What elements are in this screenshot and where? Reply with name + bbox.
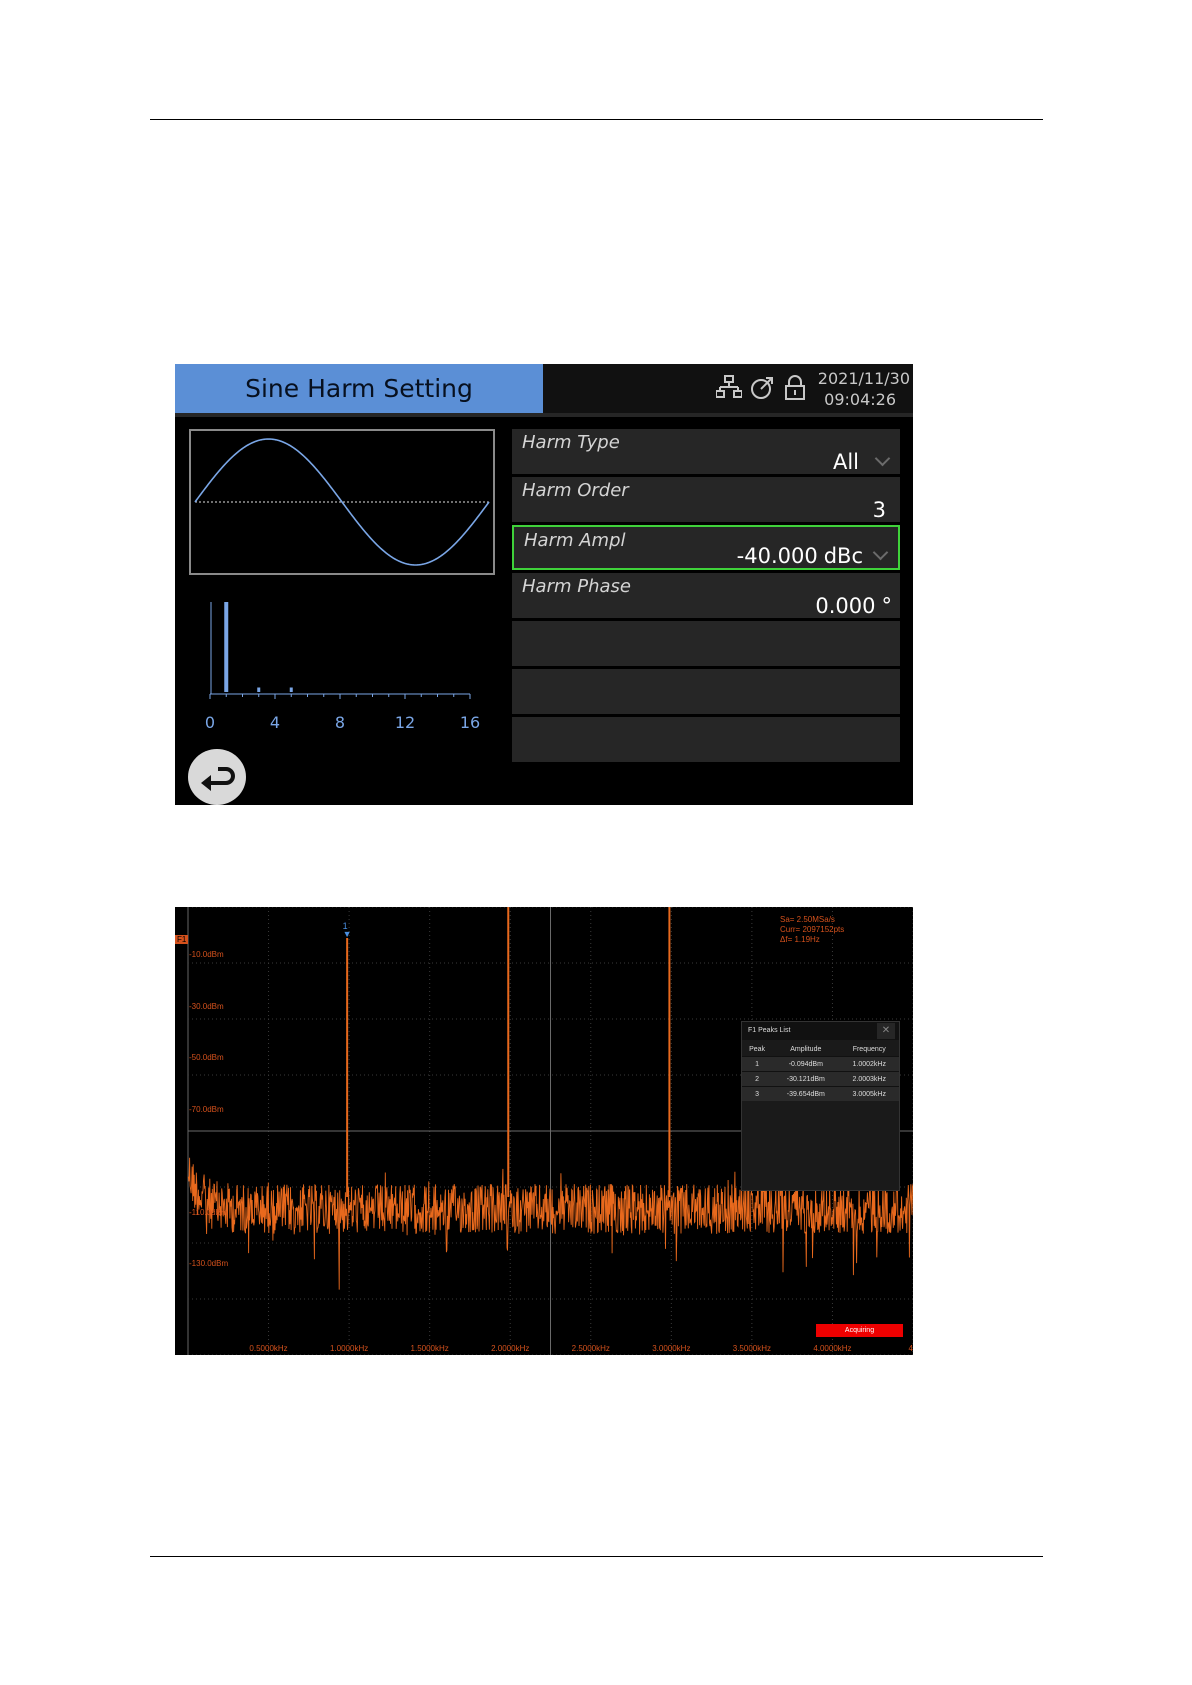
harm-setting-screen: Sine Harm Setting 2021/11/30 09:04:26 0 4… <box>175 364 913 805</box>
setting-label: Harm Phase <box>522 576 631 597</box>
header-rule <box>150 119 1043 120</box>
usb-icon <box>751 377 773 399</box>
x-axis-label: 1.0000kHz <box>329 1344 369 1353</box>
setting-row-harm-ampl[interactable]: Harm Ampl -40.000 dBc <box>512 525 900 570</box>
peak-amplitude: -30.121dBm <box>772 1071 840 1087</box>
x-axis-label: 1.5000kHz <box>410 1344 449 1353</box>
back-arrow-icon <box>201 767 235 791</box>
time-text: 09:04:26 <box>824 390 896 409</box>
lock-icon <box>785 375 805 400</box>
y-axis-label: -110.0dBm <box>189 1208 228 1217</box>
datetime: 2021/11/30 09:04:26 <box>818 368 910 410</box>
peaks-list-header: F1 Peaks List ✕ <box>742 1022 899 1040</box>
peak-index: 1 <box>742 1056 773 1072</box>
info-points: Curr= 2097152pts <box>780 925 845 934</box>
peak-frequency: 1.0002kHz <box>839 1056 899 1072</box>
setting-row-empty[interactable] <box>512 621 900 666</box>
peak-index: 2 <box>742 1071 773 1087</box>
setting-value-group: -40.000 dBc <box>737 544 890 568</box>
x-axis-label: 3.0000kHz <box>652 1344 691 1353</box>
y-axis-label: -130.0dBm <box>189 1259 229 1268</box>
y-axis-label: -30.0dBm <box>189 1002 224 1011</box>
screen-title: Sine Harm Setting <box>175 364 543 413</box>
setting-unit: dBc <box>823 544 863 568</box>
spectrum-tick-label: 4 <box>269 713 281 732</box>
peak-amplitude: -0.094dBm <box>772 1056 840 1072</box>
waveform-preview <box>189 429 495 575</box>
setting-unit: ° <box>881 594 893 618</box>
setting-row-harm-order[interactable]: Harm Order 3 <box>512 477 900 522</box>
footer-rule <box>150 1556 1043 1557</box>
peak-frequency: 2.0003kHz <box>839 1071 899 1087</box>
setting-label: Harm Ampl <box>524 530 626 551</box>
table-row: 2 -30.121dBm 2.0003kHz <box>742 1071 899 1087</box>
col-frequency: Frequency <box>852 1045 886 1053</box>
harmonic-spectrum-svg <box>209 602 471 699</box>
setting-label: Harm Order <box>522 480 629 501</box>
setting-value-group: 3 <box>873 498 892 522</box>
setting-value: All <box>832 450 859 474</box>
info-resolution: Δf= 1.19Hz <box>780 935 820 944</box>
peaks-list-title: F1 Peaks List <box>748 1027 791 1034</box>
harmonic-spectrum <box>189 589 489 699</box>
setting-value: 0.000 <box>815 594 876 618</box>
setting-row-harm-phase[interactable]: Harm Phase 0.000 ° <box>512 573 900 618</box>
y-axis-label: -70.0dBm <box>189 1105 224 1114</box>
spectrum-tick-label: 16 <box>459 713 481 732</box>
spectrum-tick-label: 0 <box>204 713 216 732</box>
y-axis-label: -50.0dBm <box>189 1053 224 1062</box>
setting-value: -40.000 <box>736 544 818 568</box>
harmonic-bar <box>224 602 229 692</box>
peak-index: 3 <box>742 1086 773 1101</box>
harmonic-bar <box>289 687 293 692</box>
col-peak: Peak <box>749 1045 766 1053</box>
setting-row-empty[interactable] <box>512 717 900 762</box>
y-axis-label: -10.0dBm <box>189 950 224 959</box>
peak-frequency: 3.0005kHz <box>839 1086 899 1101</box>
close-icon[interactable]: ✕ <box>877 1023 895 1039</box>
peak-marker: 1 ▼ <box>342 921 352 939</box>
setting-label: Harm Type <box>522 432 620 453</box>
table-row: 1 -0.094dBm 1.0002kHz <box>742 1056 899 1072</box>
spectrum-tick-label: 8 <box>334 713 346 732</box>
waveform-svg <box>194 438 490 566</box>
table-row: 3 -39.654dBm 3.0005kHz <box>742 1086 899 1101</box>
setting-value-group: All <box>833 450 892 474</box>
peaks-table: Peak Amplitude Frequency 1 -0.094dBm 1.000… <box>742 1042 899 1101</box>
acquiring-status: Acquiring <box>816 1324 903 1337</box>
channel-tag: F1 <box>175 935 189 944</box>
setting-row-empty[interactable] <box>512 669 900 714</box>
peak-amplitude: -39.654dBm <box>772 1086 840 1101</box>
date-text: 2021/11/30 <box>817 369 910 388</box>
title-divider <box>175 413 913 417</box>
spectrum-tick-label: 12 <box>394 713 416 732</box>
x-axis-label: 4 <box>908 1344 913 1353</box>
setting-value-group: 0.000 ° <box>815 594 892 618</box>
x-axis-label: 4.0000kHz <box>813 1344 852 1353</box>
x-axis-label: 2.0000kHz <box>491 1344 530 1353</box>
x-axis-label: 3.5000kHz <box>732 1344 771 1353</box>
fft-screen: F1 Sa= 2.50MSa/s Curr= 2097152pts Δf= 1.… <box>175 907 913 1355</box>
x-axis-label: 2.5000kHz <box>571 1344 610 1353</box>
network-icon <box>716 375 742 398</box>
harmonic-bar <box>257 687 261 692</box>
down-arrow-icon: ▼ <box>342 929 352 939</box>
info-sample-rate: Sa= 2.50MSa/s <box>780 915 835 924</box>
chevron-down-icon <box>874 450 891 467</box>
peaks-list-panel: F1 Peaks List ✕ Peak Amplitude Frequency… <box>741 1021 900 1191</box>
col-amplitude: Amplitude <box>790 1045 822 1053</box>
setting-row-harm-type[interactable]: Harm Type All <box>512 429 900 474</box>
chevron-down-icon <box>872 544 889 561</box>
x-axis-label: 0.5000kHz <box>249 1344 288 1353</box>
back-button[interactable] <box>188 749 246 805</box>
setting-value: 3 <box>872 498 886 522</box>
